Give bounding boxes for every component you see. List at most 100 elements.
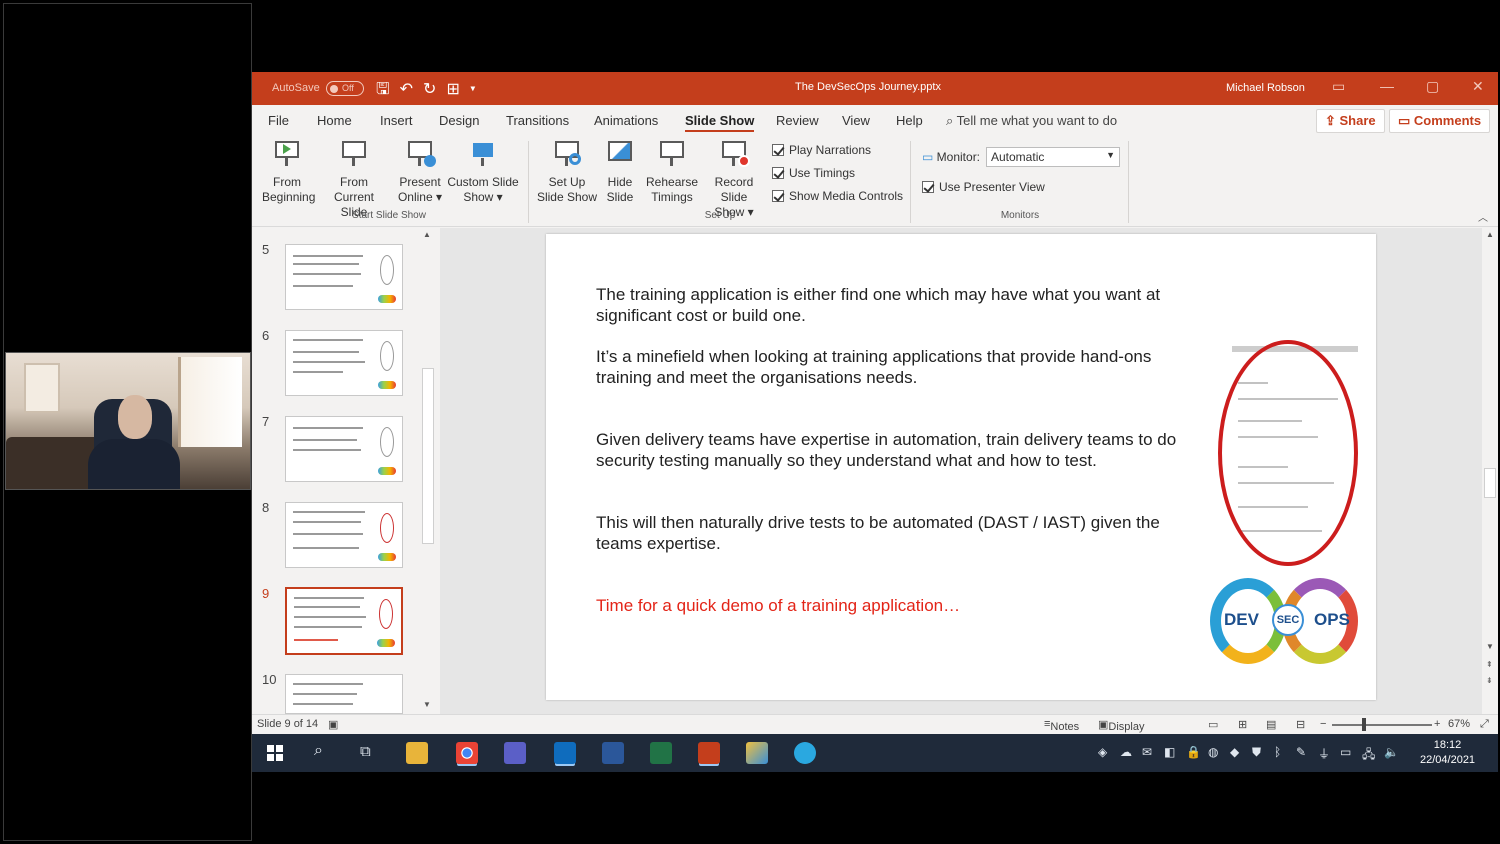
comments-button[interactable]: ▭ Comments xyxy=(1389,109,1491,133)
set-up-slide-show-button[interactable]: Set Up Slide Show xyxy=(536,139,598,205)
scroll-down-icon[interactable]: ▼ xyxy=(423,700,431,709)
chrome-icon[interactable] xyxy=(456,742,478,764)
scrollbar-thumb[interactable] xyxy=(1484,468,1496,498)
play-narrations-checkbox[interactable]: Play Narrations xyxy=(772,143,871,158)
scroll-up-icon[interactable]: ▲ xyxy=(1486,230,1494,239)
normal-view-icon[interactable]: ▭ xyxy=(1208,718,1218,731)
slide-paragraph: This will then naturally drive tests to … xyxy=(596,513,1160,553)
slide-thumbnail[interactable] xyxy=(285,502,403,568)
taskbar: ⌕ ⧉ ◈ ☁ ✉ ◧ 🔒 ◍ ◆ ⛊ ᛒ ✎ ⏚ ▭ 🖧 🔈 18:12 22… xyxy=(252,734,1498,772)
tab-slide-show[interactable]: Slide Show xyxy=(685,113,755,132)
ribbon-display-icon[interactable]: ▭ xyxy=(1332,78,1345,95)
powerpoint-icon[interactable] xyxy=(698,742,720,764)
user-name[interactable]: Michael Robson xyxy=(1226,82,1305,94)
reading-view-icon[interactable]: ▤ xyxy=(1266,718,1276,731)
tab-review[interactable]: Review xyxy=(776,113,819,128)
collapse-ribbon-icon[interactable]: ︿ xyxy=(1478,209,1488,224)
zoom-out-icon[interactable]: − xyxy=(1320,718,1326,730)
zoom-level[interactable]: 67% xyxy=(1448,718,1470,730)
slide-thumbnail[interactable] xyxy=(285,674,403,714)
previous-slide-icon[interactable]: ⇞ xyxy=(1486,660,1493,669)
use-timings-checkbox[interactable]: Use Timings xyxy=(772,166,855,181)
paint-icon[interactable] xyxy=(746,742,768,764)
from-beginning-button[interactable]: From Beginning xyxy=(262,139,315,205)
search-icon[interactable]: ⌕ xyxy=(314,742,323,760)
lock-icon[interactable]: 🔒 xyxy=(1186,745,1201,759)
devsecops-logo: DEV SEC OPS xyxy=(1210,576,1366,668)
monitor-dropdown[interactable]: Automatic ▼ xyxy=(986,147,1120,167)
maximize-icon[interactable]: ▢ xyxy=(1426,78,1439,95)
tab-help[interactable]: Help xyxy=(896,113,923,128)
tab-home[interactable]: Home xyxy=(317,113,352,128)
tell-me-search[interactable]: ⌕ Tell me what you want to do xyxy=(946,113,1117,129)
editor-scrollbar[interactable]: ▲ ▼ ⇞ ⇟ xyxy=(1482,228,1498,714)
bluetooth-icon[interactable]: ᛒ xyxy=(1274,745,1281,759)
file-explorer-icon[interactable] xyxy=(406,742,428,764)
thumb-number: 7 xyxy=(262,414,270,429)
scroll-down-icon[interactable]: ▼ xyxy=(1486,642,1494,651)
teams-icon[interactable] xyxy=(504,742,526,764)
fit-to-window-icon[interactable]: ⤢ xyxy=(1480,718,1489,731)
accessibility-icon[interactable]: ▣ xyxy=(328,718,338,731)
outlook-tray-icon[interactable]: ◧ xyxy=(1164,745,1175,759)
tab-view[interactable]: View xyxy=(842,113,870,128)
thumbnail-scrollbar[interactable]: ▲ ▼ xyxy=(420,228,436,714)
present-online-button[interactable]: Present Online ▾ xyxy=(396,139,444,205)
tray-app-icon[interactable]: ◈ xyxy=(1098,745,1107,759)
group-monitors: Monitors xyxy=(1000,210,1040,221)
tab-transitions[interactable]: Transitions xyxy=(506,113,569,128)
shield-icon[interactable]: ⛊ xyxy=(1252,745,1261,760)
pen-icon[interactable]: ✎ xyxy=(1296,745,1306,759)
rehearse-timings-button[interactable]: Rehearse Timings xyxy=(646,139,698,205)
snowflake-app-icon[interactable] xyxy=(794,742,816,764)
zoom-slider[interactable] xyxy=(1332,724,1432,726)
excel-icon[interactable] xyxy=(650,742,672,764)
onedrive-icon[interactable]: ☁ xyxy=(1120,745,1132,759)
tab-insert[interactable]: Insert xyxy=(380,113,413,128)
taskbar-clock[interactable]: 18:12 22/04/2021 xyxy=(1420,738,1475,768)
tab-file[interactable]: File xyxy=(268,113,289,128)
slide-sorter-icon[interactable]: ⊞ xyxy=(1238,718,1247,731)
scrollbar-thumb[interactable] xyxy=(422,368,434,544)
network-icon[interactable]: 🖧 xyxy=(1362,745,1375,766)
slide-paragraph: It’s a minefield when looking at trainin… xyxy=(596,347,1152,387)
current-slide[interactable]: The training application is either find … xyxy=(546,234,1376,700)
hide-slide-button[interactable]: Hide Slide xyxy=(602,139,638,205)
custom-show-line2: Show ▾ xyxy=(463,190,503,204)
volume-icon[interactable]: 🔈 xyxy=(1384,745,1399,759)
next-slide-icon[interactable]: ⇟ xyxy=(1486,676,1493,685)
powerpoint-window: AutoSave Off 🖫↶↻⊞▾ The DevSecOps Journey… xyxy=(252,72,1498,772)
battery-icon[interactable]: ▭ xyxy=(1340,745,1351,759)
custom-slide-show-button[interactable]: Custom Slide Show ▾ xyxy=(446,139,520,205)
task-view-icon[interactable]: ⧉ xyxy=(360,743,371,760)
minimize-icon[interactable]: — xyxy=(1380,78,1394,94)
show-media-controls-checkbox[interactable]: Show Media Controls xyxy=(772,189,903,204)
globe-icon[interactable]: ◍ xyxy=(1208,745,1218,759)
tab-design[interactable]: Design xyxy=(439,113,479,128)
notes-button[interactable]: ≡ Notes xyxy=(1044,718,1079,733)
share-label: Share xyxy=(1339,113,1376,128)
slide-show-view-icon[interactable]: ⊟ xyxy=(1296,718,1305,731)
from-current-slide-button[interactable]: From Current Slide xyxy=(320,139,388,220)
slide-thumbnail[interactable] xyxy=(285,330,403,396)
record-slide-show-button[interactable]: Record Slide Show ▾ xyxy=(700,139,768,220)
usb-icon[interactable]: ⏚ xyxy=(1318,745,1330,762)
zoom-slider-knob[interactable] xyxy=(1362,718,1366,731)
windows-start-icon[interactable] xyxy=(267,745,283,761)
mail-icon[interactable]: ✉ xyxy=(1142,745,1152,759)
outlook-icon[interactable] xyxy=(554,742,576,764)
setup-line1: Set Up xyxy=(548,175,586,189)
teams-tray-icon[interactable]: ◆ xyxy=(1230,745,1239,759)
slide-thumbnail[interactable] xyxy=(285,244,403,310)
use-presenter-view-checkbox[interactable]: Use Presenter View xyxy=(922,180,1045,195)
word-icon[interactable] xyxy=(602,742,624,764)
zoom-in-icon[interactable]: + xyxy=(1434,718,1440,730)
close-icon[interactable]: ✕ xyxy=(1472,78,1484,95)
logo-sec-shield: SEC xyxy=(1272,604,1304,636)
share-button[interactable]: ⇪ Share xyxy=(1316,109,1385,133)
tab-animations[interactable]: Animations xyxy=(594,113,658,128)
display-settings-button[interactable]: ▣ Display Settings xyxy=(1098,718,1148,745)
slide-thumbnail[interactable] xyxy=(285,416,403,482)
slide-thumbnail-selected[interactable] xyxy=(285,587,403,655)
scroll-up-icon[interactable]: ▲ xyxy=(423,230,431,239)
